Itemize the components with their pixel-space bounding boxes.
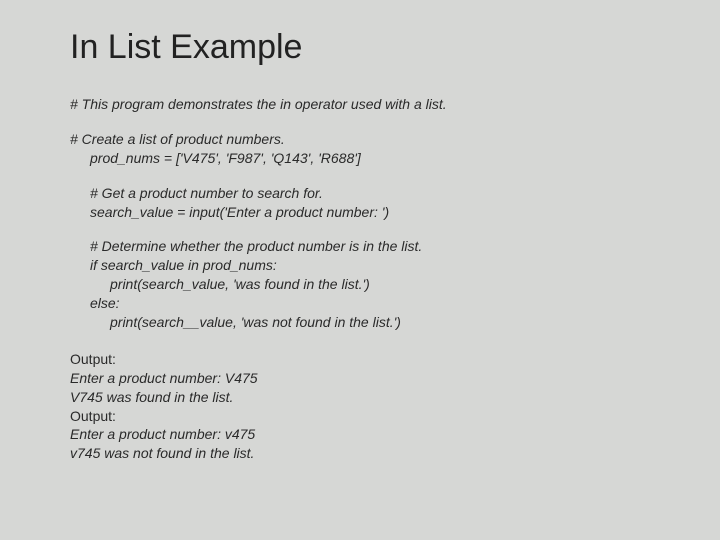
code-line: print(search__value, 'was not found in t… bbox=[70, 313, 720, 332]
output-label: Output: bbox=[70, 350, 720, 369]
output-label: Output: bbox=[70, 407, 720, 426]
output-line: Enter a product number: v475 bbox=[70, 425, 720, 444]
output-block: Output: Enter a product number: V475 V74… bbox=[70, 350, 720, 463]
code-line: prod_nums = ['V475', 'F987', 'Q143', 'R6… bbox=[70, 149, 720, 168]
output-line: V745 was found in the list. bbox=[70, 388, 720, 407]
code-comment: # Create a list of product numbers. bbox=[70, 130, 720, 149]
code-line: print(search_value, 'was found in the li… bbox=[70, 275, 720, 294]
code-line: if search_value in prod_nums: bbox=[70, 256, 720, 275]
slide-title: In List Example bbox=[70, 28, 720, 67]
code-line: else: bbox=[70, 294, 720, 313]
slide-body: # This program demonstrates the in opera… bbox=[70, 95, 720, 463]
slide: In List Example # This program demonstra… bbox=[0, 0, 720, 540]
output-line: Enter a product number: V475 bbox=[70, 369, 720, 388]
output-line: v745 was not found in the list. bbox=[70, 444, 720, 463]
code-line: search_value = input('Enter a product nu… bbox=[70, 203, 720, 222]
code-comment: # Get a product number to search for. bbox=[70, 184, 720, 203]
code-comment: # Determine whether the product number i… bbox=[70, 237, 720, 256]
code-comment: # This program demonstrates the in opera… bbox=[70, 95, 720, 114]
